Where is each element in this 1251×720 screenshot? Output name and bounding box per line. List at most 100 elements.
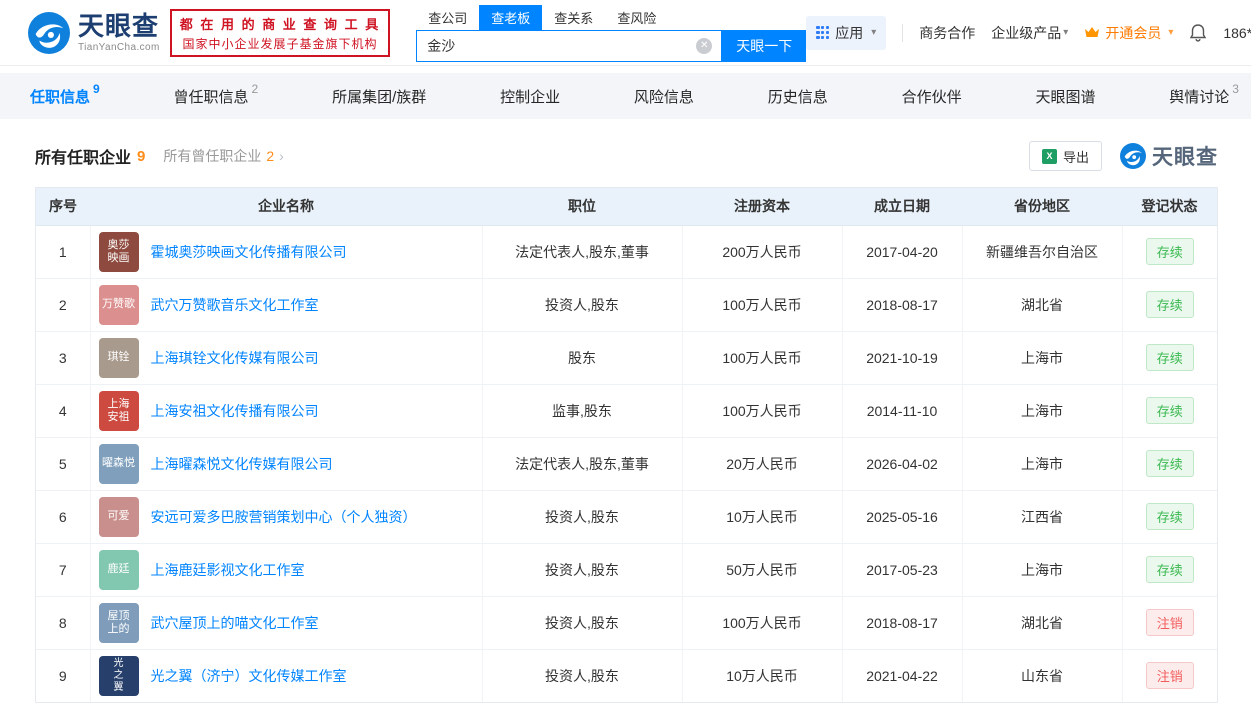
- row-number: 6: [36, 490, 91, 544]
- avatar-line: 上的: [107, 622, 130, 635]
- table-row: 6 可爱 安远可爱多巴胺营销策划中心（个人独资） 投资人,股东 10万人民币 2025-0…: [36, 490, 1217, 544]
- nav-tab-label: 风险信息: [633, 88, 694, 106]
- position-cell: 投资人,股东: [482, 278, 683, 332]
- company-name-link[interactable]: 上海安祖文化传播有限公司: [151, 401, 319, 421]
- search-input[interactable]: [417, 38, 697, 54]
- arrow-right-icon: ›: [279, 148, 284, 164]
- company-name-link[interactable]: 上海曜森悦文化传媒有限公司: [151, 454, 333, 474]
- nav-tab-9[interactable]: 舆情讨论 3: [1169, 82, 1239, 107]
- established-date-cell: 2021-04-22: [842, 649, 963, 702]
- company-cell: 鹿廷 上海鹿廷影视文化工作室: [90, 543, 483, 597]
- nav-tab-label: 曾任职信息: [173, 88, 249, 106]
- nav-tab-count: 3: [1232, 81, 1239, 96]
- nav-tab-7[interactable]: 合作伙伴: [902, 86, 962, 107]
- position-cell: 投资人,股东: [482, 543, 683, 597]
- company-avatar[interactable]: 曜森悦: [98, 443, 139, 484]
- position-cell: 股东: [482, 331, 683, 385]
- crown-icon: [1085, 27, 1100, 37]
- slogan-line2: 国家中小企业发展子基金旗下机构: [182, 36, 378, 51]
- region-cell: 上海市: [962, 331, 1123, 385]
- company-avatar[interactable]: 屋顶 上的: [98, 602, 139, 643]
- column-header-4: 注册资本: [682, 188, 842, 226]
- vip-upgrade-link[interactable]: 开通会员 ▾: [1084, 23, 1173, 43]
- established-date-cell: 2021-10-19: [842, 331, 963, 385]
- watermark-text: 天眼查: [1152, 146, 1218, 169]
- search-tab-2[interactable]: 查老板: [479, 5, 543, 30]
- company-name-link[interactable]: 安远可爱多巴胺营销策划中心（个人独资）: [151, 507, 417, 527]
- status-badge: 存续: [1145, 397, 1194, 424]
- column-header-3: 职位: [482, 188, 682, 226]
- position-cell: 投资人,股东: [482, 596, 683, 650]
- nav-tab-label: 所属集团/族群: [332, 88, 427, 106]
- status-cell: 存续: [1122, 225, 1217, 279]
- company-name-link[interactable]: 上海琪铨文化传媒有限公司: [151, 348, 319, 368]
- region-cell: 上海市: [962, 543, 1123, 597]
- apps-label: 应用: [835, 24, 864, 41]
- vip-label: 开通会员: [1105, 24, 1162, 41]
- search-tab-3[interactable]: 查关系: [542, 5, 605, 30]
- company-name-link[interactable]: 武穴屋顶上的喵文化工作室: [151, 613, 319, 633]
- column-header-2: 企业名称: [90, 188, 482, 226]
- bell-icon[interactable]: [1189, 23, 1207, 42]
- table-row: 1 奥莎 映画 霍城奥莎映画文化传播有限公司 法定代表人,股东,董事 200万人民币 201…: [36, 225, 1217, 279]
- status-badge: 存续: [1145, 238, 1194, 265]
- company-avatar[interactable]: 万赞歌: [98, 284, 139, 325]
- former-positions-label: 所有曾任职企业: [163, 148, 262, 164]
- company-name-link[interactable]: 武穴万赞歌音乐文化工作室: [151, 295, 319, 315]
- region-cell: 上海市: [962, 384, 1123, 438]
- status-cell: 存续: [1122, 331, 1217, 385]
- enterprise-products-label: 企业级产品: [991, 24, 1062, 41]
- status-badge: 存续: [1145, 291, 1194, 318]
- company-name-link[interactable]: 霍城奥莎映画文化传播有限公司: [151, 242, 347, 262]
- account-phone-menu[interactable]: 186*... ▾: [1223, 25, 1251, 41]
- position-cell: 监事,股东: [482, 384, 683, 438]
- nav-tab-8[interactable]: 天眼图谱: [1035, 86, 1095, 107]
- search-tab-4[interactable]: 查风险: [605, 5, 668, 30]
- established-date-cell: 2017-04-20: [842, 225, 963, 279]
- company-avatar[interactable]: 上海 安祖: [98, 390, 139, 431]
- nav-tab-3[interactable]: 所属集团/族群: [332, 86, 426, 107]
- nav-tab-2[interactable]: 曾任职信息 2: [173, 82, 259, 107]
- established-date-cell: 2017-05-23: [842, 543, 963, 597]
- status-cell: 存续: [1122, 278, 1217, 332]
- nav-tab-6[interactable]: 历史信息: [768, 86, 828, 107]
- company-avatar[interactable]: 可爱: [98, 496, 139, 537]
- table-row: 2 万赞歌 武穴万赞歌音乐文化工作室 投资人,股东 100万人民币 2018-08-17 湖…: [36, 278, 1217, 332]
- nav-tab-4[interactable]: 控制企业: [500, 86, 560, 107]
- company-name-link[interactable]: 光之翼（济宁）文化传媒工作室: [151, 666, 347, 686]
- column-header-5: 成立日期: [842, 188, 962, 226]
- company-avatar[interactable]: 鹿廷: [98, 549, 139, 590]
- export-button[interactable]: X 导出: [1028, 141, 1102, 171]
- registered-capital-cell: 10万人民币: [682, 490, 843, 544]
- business-coop-link[interactable]: 商务合作: [919, 23, 975, 43]
- avatar-line: 之: [113, 669, 124, 681]
- table-header-row: 序号 企业名称 职位 注册资本 成立日期 省份地区 登记状态: [36, 188, 1217, 226]
- former-positions-link[interactable]: 所有曾任职企业 2 ›: [163, 146, 283, 166]
- search-box: ✕: [416, 30, 723, 62]
- registered-capital-cell: 100万人民币: [682, 278, 843, 332]
- company-name-link[interactable]: 上海鹿廷影视文化工作室: [151, 560, 305, 580]
- region-cell: 上海市: [962, 437, 1123, 491]
- row-number: 5: [36, 437, 91, 491]
- tianyancha-logo-icon: [28, 11, 70, 54]
- search-tab-1[interactable]: 查公司: [416, 5, 479, 30]
- avatar-line: 曜森悦: [102, 457, 135, 469]
- company-cell: 曜森悦 上海曜森悦文化传媒有限公司: [90, 437, 483, 491]
- nav-tab-1[interactable]: 任职信息 9: [30, 82, 100, 107]
- company-avatar[interactable]: 光之翼: [98, 655, 139, 696]
- tianyancha-logo[interactable]: 天眼查 TianYanCha.com: [28, 11, 160, 54]
- search-button[interactable]: 天眼一下: [722, 30, 807, 62]
- region-cell: 新疆维吾尔自治区: [962, 225, 1123, 279]
- company-avatar[interactable]: 奥莎 映画: [98, 231, 139, 272]
- enterprise-products-link[interactable]: 企业级产品 ▾: [991, 23, 1068, 43]
- avatar-line: 屋顶: [107, 609, 130, 622]
- company-avatar[interactable]: 琪铨: [98, 337, 139, 378]
- column-header-7: 登记状态: [1122, 188, 1217, 226]
- apps-button[interactable]: 应用 ▾: [806, 15, 887, 50]
- nav-tab-5[interactable]: 风险信息: [634, 86, 694, 107]
- business-coop-label: 商务合作: [919, 24, 976, 41]
- row-number: 9: [36, 649, 91, 702]
- clear-icon[interactable]: ✕: [696, 38, 713, 54]
- section-title: 所有任职企业: [35, 150, 132, 167]
- established-date-cell: 2025-05-16: [842, 490, 963, 544]
